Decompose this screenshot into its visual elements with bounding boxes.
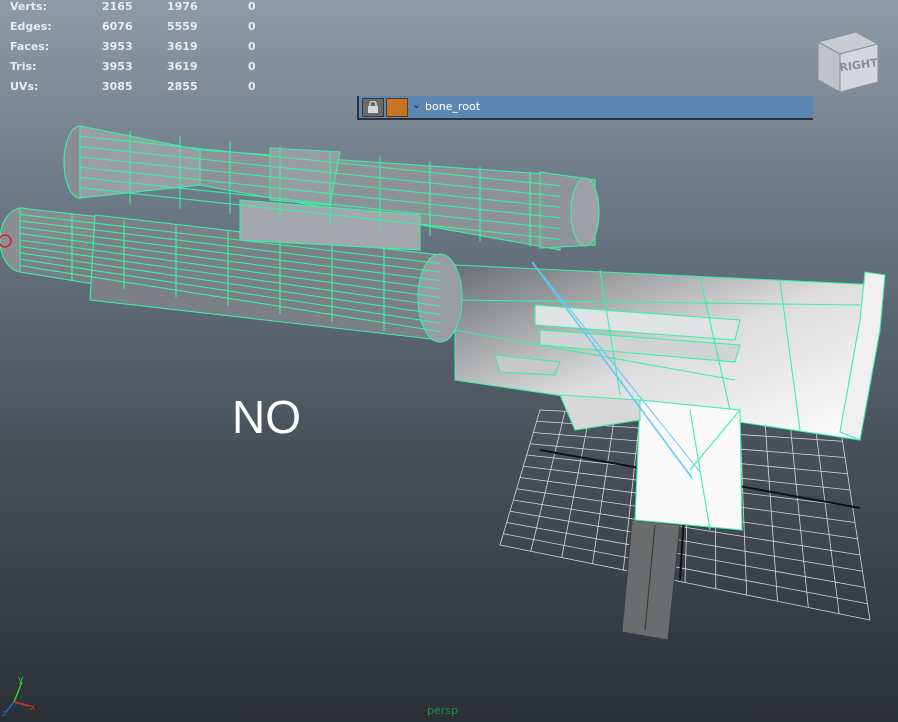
hud-value: 1976: [167, 0, 198, 13]
hud-value: 6076: [102, 20, 133, 33]
poly-count-hud: Verts: 2165 1976 0 Edges: 6076 5559 0 Fa…: [10, 0, 270, 100]
hud-value: 3953: [102, 60, 133, 73]
chevron-down-icon[interactable]: ⌄: [412, 98, 421, 111]
hud-row-uvs: UVs: 3085 2855 0: [10, 80, 270, 100]
hud-value: 5559: [167, 20, 198, 33]
hud-value: 0: [248, 20, 256, 33]
outliner-node-row[interactable]: ⌄ bone_root: [357, 96, 813, 120]
hud-row-faces: Faces: 3953 3619 0: [10, 40, 270, 60]
hud-value: 3619: [167, 60, 198, 73]
hud-value: 0: [248, 60, 256, 73]
camera-label: persp: [427, 704, 458, 717]
hud-row-verts: Verts: 2165 1976 0: [10, 0, 270, 20]
hud-row-tris: Tris: 3953 3619 0: [10, 60, 270, 80]
hud-value: 0: [248, 0, 256, 13]
hud-row-edges: Edges: 6076 5559 0: [10, 20, 270, 40]
axis-label-z: z: [2, 709, 7, 717]
hud-value: 3619: [167, 40, 198, 53]
axis-label-y: y: [18, 675, 24, 685]
lock-icon[interactable]: [362, 98, 384, 117]
hud-label: Verts:: [10, 0, 48, 13]
viewcube[interactable]: RIGHT: [810, 20, 890, 100]
overlay-text: NO: [232, 391, 301, 443]
axis-label-x: x: [30, 703, 36, 713]
hud-value: 3085: [102, 80, 133, 93]
hud-value: 0: [248, 40, 256, 53]
axis-indicator: y x z: [2, 675, 36, 717]
outliner-node-label[interactable]: bone_root: [425, 100, 480, 113]
hud-value: 0: [248, 80, 256, 93]
hud-value: 2855: [167, 80, 198, 93]
color-swatch-icon[interactable]: [386, 98, 408, 117]
hud-value: 3953: [102, 40, 133, 53]
hud-value: 2165: [102, 0, 133, 13]
hud-label: Tris:: [10, 60, 37, 73]
hud-label: Faces:: [10, 40, 50, 53]
magazine: [621, 519, 681, 641]
hud-label: Edges:: [10, 20, 52, 33]
hud-label: UVs:: [10, 80, 39, 93]
gun-body-mesh: [454, 264, 886, 531]
